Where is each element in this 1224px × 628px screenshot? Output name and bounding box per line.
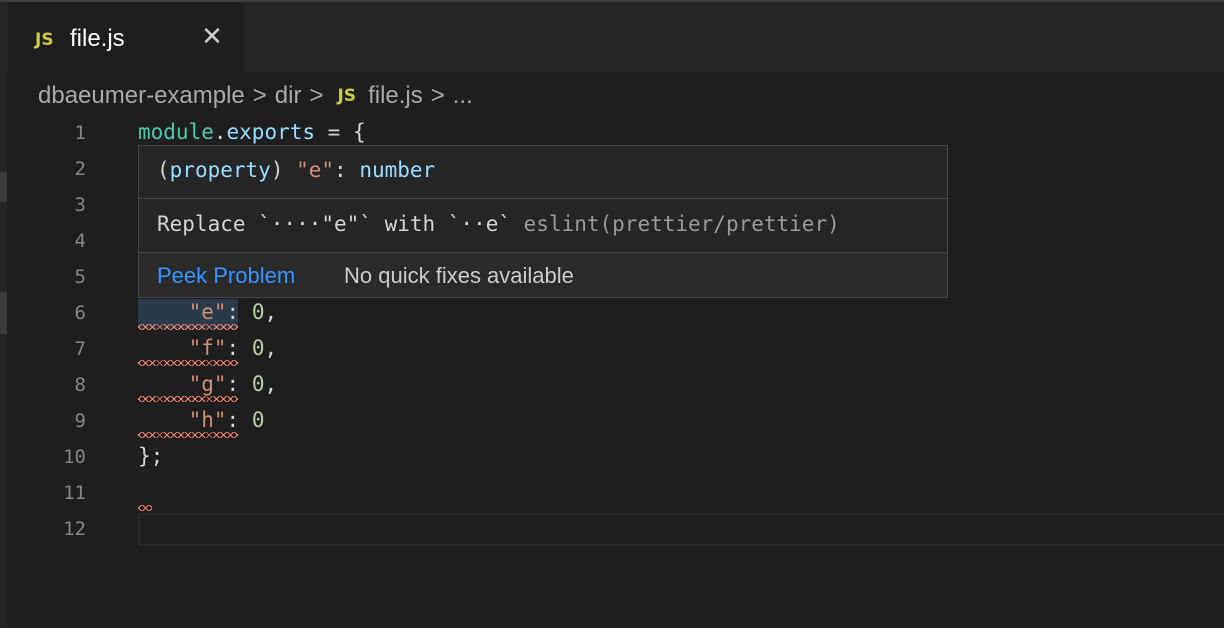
line-number: 2: [74, 158, 86, 180]
code-token: "e": [188, 300, 227, 324]
line-number: 9: [74, 410, 86, 432]
breadcrumb-dir[interactable]: dir: [275, 82, 302, 110]
line-number: 11: [63, 482, 86, 504]
code-token: ,: [264, 372, 278, 396]
js-file-icon: JS: [337, 86, 357, 106]
line-number: 7: [74, 338, 86, 360]
diagnostic-message: Replace `····"e"` with `··e` eslint(pret…: [157, 212, 840, 236]
code-token: :: [226, 336, 252, 360]
line-number: 4: [74, 230, 86, 252]
code-line-8[interactable]: "g": 0,: [138, 372, 278, 396]
diagnostic-source: eslint(prettier/prettier): [523, 212, 840, 236]
line-number: 5: [74, 266, 86, 288]
edge-marker: [0, 292, 7, 334]
close-icon[interactable]: ✕: [198, 22, 226, 50]
code-token: .: [213, 120, 227, 144]
code-token: 0: [251, 408, 265, 432]
code-token: :: [226, 300, 252, 324]
code-token: "f": [188, 336, 227, 360]
error-squiggle[interactable]: [138, 505, 152, 511]
edge-marker: [0, 172, 7, 202]
error-squiggle[interactable]: [138, 396, 238, 402]
tab-label: file.js: [70, 25, 125, 52]
peek-problem-link[interactable]: Peek Problem: [157, 263, 295, 289]
hover-signature: (property) "e": number: [157, 158, 435, 182]
code-token: exports: [226, 120, 316, 144]
hover-widget: (property) "e": number Replace `····"e"`…: [138, 145, 948, 298]
code-token: = {: [315, 120, 366, 144]
line-number: 12: [63, 518, 86, 540]
code-token: :: [226, 372, 252, 396]
sig-token: ): [270, 158, 297, 182]
breadcrumb: dbaeumer-example > dir > JS file.js > ..…: [38, 78, 473, 114]
code-token: ,: [264, 300, 278, 324]
tab-bar: JS file.js ✕: [0, 0, 1224, 72]
code-token: "g": [188, 372, 227, 396]
error-squiggle[interactable]: [138, 360, 238, 366]
breadcrumb-file[interactable]: file.js: [368, 82, 423, 110]
error-squiggle[interactable]: [138, 324, 238, 330]
code-token: 0: [251, 372, 265, 396]
code-line-6[interactable]: "e": 0,: [138, 300, 278, 324]
code-line-1[interactable]: module.exports = {: [138, 120, 366, 144]
line-number: 6: [74, 302, 86, 324]
sig-token: property: [169, 158, 271, 182]
code-token: 0: [251, 300, 265, 324]
no-quick-fixes-label: No quick fixes available: [344, 263, 574, 288]
breadcrumb-more[interactable]: ...: [453, 82, 473, 110]
line-number: 1: [74, 122, 86, 144]
code-token: 0: [251, 336, 265, 360]
code-token: :: [226, 408, 252, 432]
js-file-icon: JS: [35, 30, 54, 50]
chevron-right-icon: >: [309, 82, 324, 109]
code-token: module: [138, 120, 214, 144]
breadcrumb-folder[interactable]: dbaeumer-example: [38, 82, 245, 110]
activity-edge: [0, 72, 7, 628]
current-line-highlight: [138, 513, 1224, 546]
sig-token: :: [334, 158, 360, 182]
tab-file-js[interactable]: JS file.js ✕: [8, 2, 244, 72]
hover-status-bar: Peek Problem No quick fixes available: [139, 253, 947, 297]
chevron-right-icon: >: [252, 82, 267, 109]
sig-token: (: [157, 158, 170, 182]
code-line-9[interactable]: "h": 0: [138, 408, 265, 432]
code-token: ,: [264, 336, 278, 360]
diagnostic-text: Replace `····"e"` with `··e`: [157, 212, 524, 236]
sig-token: "e": [296, 158, 335, 182]
sig-token: number: [359, 158, 436, 182]
hover-divider: [139, 198, 947, 199]
line-number: 10: [63, 446, 86, 468]
code-line-10[interactable]: };: [138, 444, 163, 468]
line-number: 3: [74, 194, 86, 216]
line-number: 8: [74, 374, 86, 396]
code-token: "h": [188, 408, 227, 432]
error-squiggle[interactable]: [138, 432, 238, 438]
code-line-7[interactable]: "f": 0,: [138, 336, 278, 360]
chevron-right-icon: >: [430, 82, 445, 109]
